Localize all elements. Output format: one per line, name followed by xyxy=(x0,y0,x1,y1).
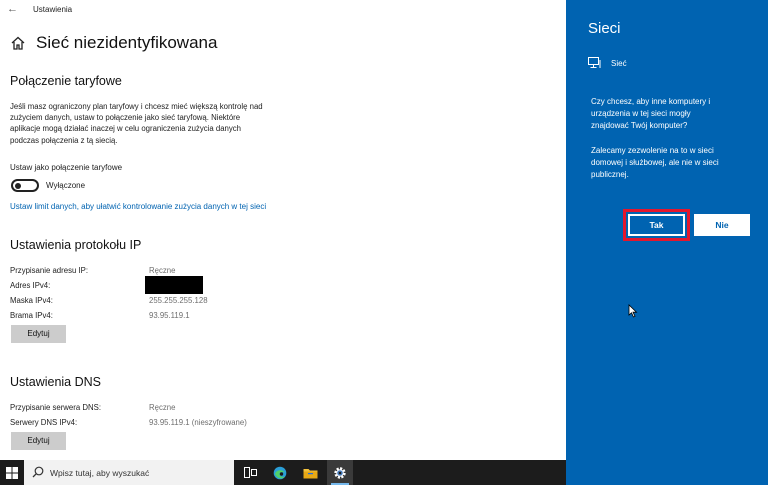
discovery-recommendation-line: Zalecamy zezwolenie na to w sieci xyxy=(591,146,714,155)
ip-edit-button[interactable]: Edytuj xyxy=(11,325,66,343)
network-name: Sieć xyxy=(611,59,627,68)
metered-description: Jeśli masz ograniczony plan taryfowy i c… xyxy=(10,101,300,146)
discovery-recommendation: Zalecamy zezwolenie na to w sieci domowe… xyxy=(591,145,763,181)
network-flyout: Sieci Sieć Czy chcesz, aby inne komputer… xyxy=(566,0,768,485)
mouse-cursor-icon xyxy=(628,304,638,318)
toggle-knob xyxy=(15,182,21,189)
settings-taskbar-button[interactable] xyxy=(327,460,353,485)
discovery-recommendation-line: domowej i służbowej, ale nie w sieci xyxy=(591,158,719,167)
taskbar-search[interactable] xyxy=(24,460,234,485)
metered-description-line: aplikacje mogą działać inaczej w celu og… xyxy=(10,124,241,134)
page-header: Sieć niezidentyfikowana xyxy=(10,33,217,53)
ipv4-mask-value: 255.255.255.128 xyxy=(149,296,208,305)
dns-servers-value: 93.95.119.1 (nieszyfrowane) xyxy=(149,418,247,427)
gear-icon xyxy=(334,466,346,479)
back-arrow-icon[interactable]: ← xyxy=(7,3,18,15)
windows-logo-icon xyxy=(6,466,18,479)
file-explorer-button[interactable] xyxy=(297,460,323,485)
start-button[interactable] xyxy=(0,460,24,485)
taskbar xyxy=(0,460,566,485)
discovery-question-line: Czy chcesz, aby inne komputery i xyxy=(591,97,711,106)
discovery-question-line: znajdować Twój komputer? xyxy=(591,121,688,130)
network-icon xyxy=(588,57,601,68)
metered-description-line: zużyciem danych, ustaw to połączenie jak… xyxy=(10,113,241,123)
dns-edit-button[interactable]: Edytuj xyxy=(11,432,66,450)
discovery-question: Czy chcesz, aby inne komputery i urządze… xyxy=(591,96,763,132)
task-view-button[interactable] xyxy=(237,460,263,485)
ip-assignment-value: Ręczne xyxy=(149,266,176,275)
edge-browser-icon xyxy=(273,466,287,479)
discovery-question-line: urządzenia w tej sieci mogły xyxy=(591,109,691,118)
edge-button[interactable] xyxy=(267,460,293,485)
ipv4-address-label: Adres IPv4: xyxy=(10,281,51,290)
dns-assignment-label: Przypisanie serwera DNS: xyxy=(10,403,101,412)
flyout-title: Sieci xyxy=(588,20,621,37)
metered-description-line: Jeśli masz ograniczony plan taryfowy i c… xyxy=(10,102,263,111)
task-view-icon xyxy=(243,467,257,478)
discovery-recommendation-line: publicznej. xyxy=(591,170,629,179)
search-icon xyxy=(32,466,44,478)
ip-assignment-label: Przypisanie adresu IP: xyxy=(10,266,89,275)
data-limit-link[interactable]: Ustaw limit danych, aby ułatwić kontrolo… xyxy=(10,202,266,211)
dns-servers-label: Serwery DNS IPv4: xyxy=(10,418,78,427)
metered-heading: Połączenie taryfowe xyxy=(10,74,122,88)
search-input[interactable] xyxy=(50,460,230,485)
dns-assignment-value: Ręczne xyxy=(149,403,176,412)
metered-description-line: podczas połączenia z tą siecią. xyxy=(10,135,118,145)
ip-heading: Ustawienia protokołu IP xyxy=(10,238,142,252)
ipv4-gateway-label: Brama IPv4: xyxy=(10,311,53,320)
settings-window: ← Ustawienia Sieć niezidentyfikowana Poł… xyxy=(0,0,566,460)
folder-icon xyxy=(303,468,317,478)
metered-toggle-label: Ustaw jako połączenie taryfowe xyxy=(10,163,123,172)
metered-toggle-state: Wyłączone xyxy=(46,181,86,190)
title-bar: ← Ustawienia xyxy=(0,0,566,20)
metered-toggle[interactable] xyxy=(11,179,39,192)
ipv4-address-redacted xyxy=(145,276,203,294)
ipv4-mask-label: Maska IPv4: xyxy=(10,296,53,305)
no-button[interactable]: Nie xyxy=(694,214,750,236)
page-title: Sieć niezidentyfikowana xyxy=(36,33,218,52)
yes-button[interactable]: Tak xyxy=(628,214,685,236)
ipv4-gateway-value: 93.95.119.1 xyxy=(149,311,190,320)
home-icon xyxy=(11,36,25,50)
dns-heading: Ustawienia DNS xyxy=(10,375,102,389)
app-title: Ustawienia xyxy=(33,5,73,14)
